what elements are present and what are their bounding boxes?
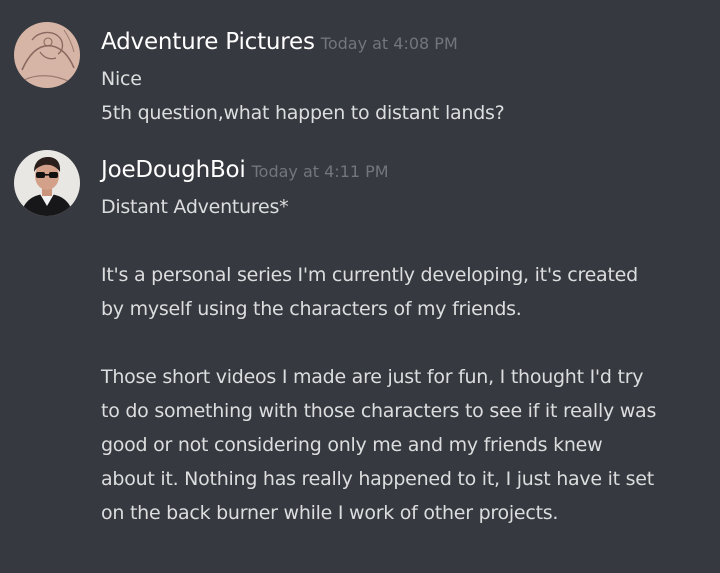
message-text-line: Those short videos I made are just for f… <box>101 366 644 388</box>
message-text-line: on the back burner while I work of other… <box>101 502 559 524</box>
message-content: JoeDoughBoi Today at 4:11 PM Distant Adve… <box>101 150 713 530</box>
message-text-line: Nice <box>101 68 142 90</box>
avatar[interactable] <box>14 150 80 216</box>
message-header: Adventure Pictures Today at 4:08 PM <box>101 22 713 62</box>
message-text-line: about it. Nothing has really happened to… <box>101 468 654 490</box>
message-text-line: 5th question,what happen to distant land… <box>101 102 505 124</box>
username[interactable]: Adventure Pictures <box>101 29 315 55</box>
message-text-line: It's a personal series I'm currently dev… <box>101 264 638 286</box>
username[interactable]: JoeDoughBoi <box>101 157 246 183</box>
message-text-line: to do something with those characters to… <box>101 400 657 422</box>
message-content: Adventure Pictures Today at 4:08 PM Nice … <box>101 22 713 130</box>
timestamp[interactable]: Today at 4:08 PM <box>321 34 458 53</box>
chat-log: Adventure Pictures Today at 4:08 PM Nice … <box>0 0 720 573</box>
avatar[interactable] <box>14 22 80 88</box>
message-text-line: Distant Adventures* <box>101 196 289 218</box>
message-text-line: by myself using the characters of my fri… <box>101 298 522 320</box>
message-header: JoeDoughBoi Today at 4:11 PM <box>101 150 713 190</box>
avatar-sketch-image <box>14 22 80 88</box>
timestamp[interactable]: Today at 4:11 PM <box>252 162 389 181</box>
avatar-photo-image <box>14 150 80 216</box>
message-text-line: good or not considering only me and my f… <box>101 434 603 456</box>
